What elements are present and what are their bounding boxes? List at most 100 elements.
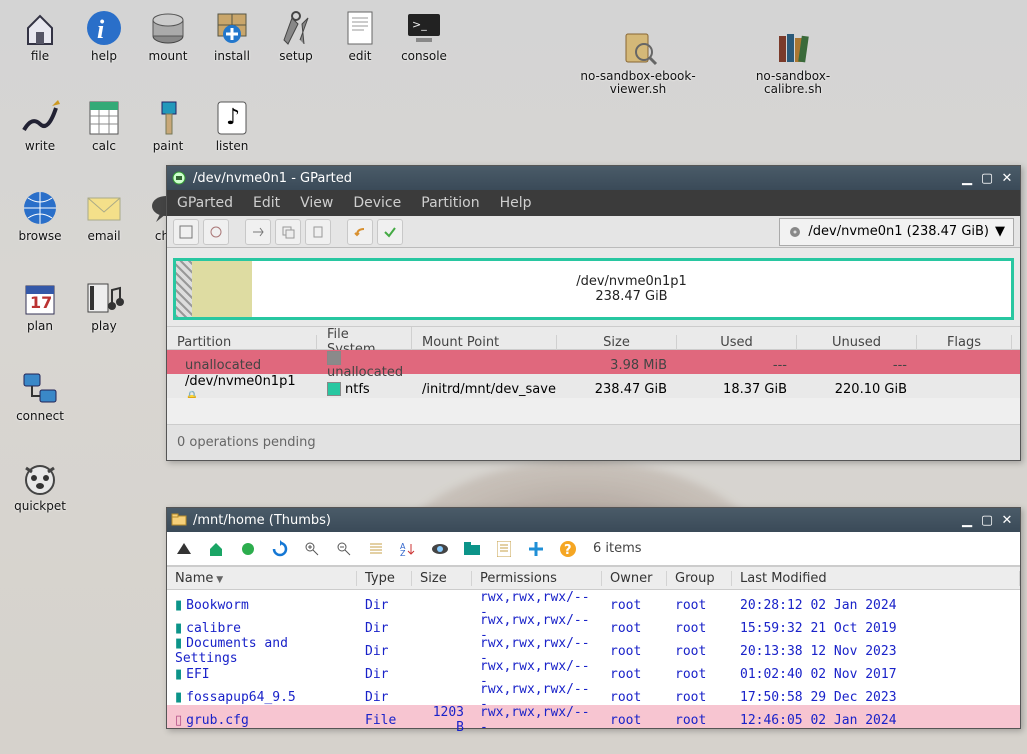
- used-region: [192, 261, 252, 317]
- column-header[interactable]: Last Modified: [732, 571, 1020, 586]
- help-button[interactable]: ?: [557, 538, 579, 560]
- desktop-icon-edit[interactable]: edit: [328, 6, 392, 63]
- menu-help[interactable]: Help: [500, 195, 532, 211]
- list-button[interactable]: [365, 538, 387, 560]
- desktop-icon-listen[interactable]: ♪listen: [200, 96, 264, 153]
- chevron-down-icon: ▼: [995, 224, 1005, 239]
- desktop-icon-email[interactable]: email: [72, 186, 136, 243]
- plan-icon: 17: [18, 276, 62, 320]
- svg-text:Z: Z: [400, 549, 406, 557]
- column-header[interactable]: Type: [357, 571, 412, 586]
- close-button[interactable]: ✕: [998, 171, 1016, 185]
- folder-icon: ▮: [175, 667, 182, 682]
- column-header[interactable]: Mount Point: [412, 335, 557, 350]
- desktop-icon-label: help: [91, 50, 117, 63]
- undo-button[interactable]: [347, 219, 373, 245]
- partition-row[interactable]: unallocatedunallocated3.98 MiB------: [167, 350, 1020, 374]
- desktop-icon-install[interactable]: install: [200, 6, 264, 63]
- gparted-menubar: GParted Edit View Device Partition Help: [167, 190, 1020, 216]
- folder-icon: ▮: [175, 636, 182, 651]
- script-icon: [616, 26, 660, 70]
- up-button[interactable]: [173, 538, 195, 560]
- column-header[interactable]: Used: [677, 335, 797, 350]
- zoom-out-button[interactable]: [333, 538, 355, 560]
- column-header[interactable]: Partition: [167, 335, 317, 350]
- menu-gparted[interactable]: GParted: [177, 195, 233, 211]
- fm-app-icon: [171, 512, 187, 528]
- desktop-icon-calc[interactable]: calc: [72, 96, 136, 153]
- copy-button[interactable]: [275, 219, 301, 245]
- desktop-icon-connect[interactable]: connect: [8, 366, 72, 423]
- fm-titlebar[interactable]: /mnt/home (Thumbs) ▁ ▢ ✕: [167, 508, 1020, 532]
- maximize-button[interactable]: ▢: [978, 513, 996, 527]
- desktop-icon-paint[interactable]: paint: [136, 96, 200, 153]
- device-selector[interactable]: /dev/nvme0n1 (238.47 GiB) ▼: [779, 218, 1014, 246]
- help-icon: i: [82, 6, 126, 50]
- desktop-icon-file[interactable]: file: [8, 6, 72, 63]
- menu-partition[interactable]: Partition: [421, 195, 479, 211]
- desktop-icon-write[interactable]: write: [8, 96, 72, 153]
- script-icon: [771, 26, 815, 70]
- new-partition-button[interactable]: [173, 219, 199, 245]
- desktop-icon-mount[interactable]: mount: [136, 6, 200, 63]
- desktop-icon-plan[interactable]: 17plan: [8, 276, 72, 333]
- column-header[interactable]: Flags: [917, 335, 1012, 350]
- desktop-icon-script[interactable]: no-sandbox-calibre.sh: [723, 26, 863, 96]
- connect-icon: [18, 366, 62, 410]
- paste-button[interactable]: [305, 219, 331, 245]
- desktop-icon-label: plan: [27, 320, 53, 333]
- file-row[interactable]: ▮fossapup64_9.5Dirrwx,rwx,rwx/---rootroo…: [167, 682, 1020, 705]
- file-row[interactable]: ▮calibreDirrwx,rwx,rwx/---rootroot15:59:…: [167, 613, 1020, 636]
- minimize-button[interactable]: ▁: [958, 513, 976, 527]
- setup-icon: [274, 6, 318, 50]
- gparted-titlebar[interactable]: /dev/nvme0n1 - GParted ▁ ▢ ✕: [167, 166, 1020, 190]
- write-icon: [18, 96, 62, 140]
- column-header[interactable]: Group: [667, 571, 732, 586]
- file-row[interactable]: ▮Documents and SettingsDirrwx,rwx,rwx/--…: [167, 636, 1020, 659]
- fm-toolbar: AZ ? 6 items: [167, 532, 1020, 566]
- menu-edit[interactable]: Edit: [253, 195, 280, 211]
- desktop-icon-label: browse: [18, 230, 61, 243]
- column-header[interactable]: Size: [557, 335, 677, 350]
- desktop-icon-label: write: [25, 140, 55, 153]
- column-header[interactable]: Name: [167, 571, 357, 586]
- desktop-icon-label: listen: [216, 140, 249, 153]
- desktop-icon-help[interactable]: i help: [72, 6, 136, 63]
- partition-row[interactable]: /dev/nvme0n1p1 🔒ntfs/initrd/mnt/dev_save…: [167, 374, 1020, 398]
- minimize-button[interactable]: ▁: [958, 171, 976, 185]
- partition-graph[interactable]: /dev/nvme0n1p1 238.47 GiB: [173, 258, 1014, 320]
- add-button[interactable]: [525, 538, 547, 560]
- hidden-button[interactable]: [429, 538, 451, 560]
- bookmark-button[interactable]: [237, 538, 259, 560]
- menu-view[interactable]: View: [300, 195, 333, 211]
- column-header[interactable]: Size: [412, 571, 472, 586]
- fm-columns: NameTypeSizePermissionsOwnerGroupLast Mo…: [167, 566, 1020, 590]
- desktop-icon-console[interactable]: >_console: [392, 6, 456, 63]
- zoom-in-button[interactable]: [301, 538, 323, 560]
- folder-icon: ▮: [175, 598, 182, 613]
- item-count: 6 items: [593, 541, 642, 556]
- delete-partition-button[interactable]: [203, 219, 229, 245]
- folder-button[interactable]: [461, 538, 483, 560]
- home-button[interactable]: [205, 538, 227, 560]
- resize-button[interactable]: [245, 219, 271, 245]
- desktop-icon-script[interactable]: no-sandbox-ebook-viewer.sh: [568, 26, 708, 96]
- menu-device[interactable]: Device: [353, 195, 401, 211]
- unallocated-region: [176, 261, 192, 317]
- file-row[interactable]: ▮BookwormDirrwx,rwx,rwx/---rootroot20:28…: [167, 590, 1020, 613]
- maximize-button[interactable]: ▢: [978, 171, 996, 185]
- column-header[interactable]: Unused: [797, 335, 917, 350]
- file-row[interactable]: ▯grub.cfgFile1203 Brwx,rwx,rwx/---rootro…: [167, 705, 1020, 728]
- close-button[interactable]: ✕: [998, 513, 1016, 527]
- desktop-icon-quickpet[interactable]: quickpet: [8, 456, 72, 513]
- svg-text:i: i: [97, 15, 105, 44]
- column-header[interactable]: Owner: [602, 571, 667, 586]
- desktop-icon-setup[interactable]: setup: [264, 6, 328, 63]
- sort-button[interactable]: AZ: [397, 538, 419, 560]
- refresh-button[interactable]: [269, 538, 291, 560]
- desktop-icon-play[interactable]: play: [72, 276, 136, 333]
- desktop-icon-browse[interactable]: browse: [8, 186, 72, 243]
- details-button[interactable]: [493, 538, 515, 560]
- apply-button[interactable]: [377, 219, 403, 245]
- column-header[interactable]: Permissions: [472, 571, 602, 586]
